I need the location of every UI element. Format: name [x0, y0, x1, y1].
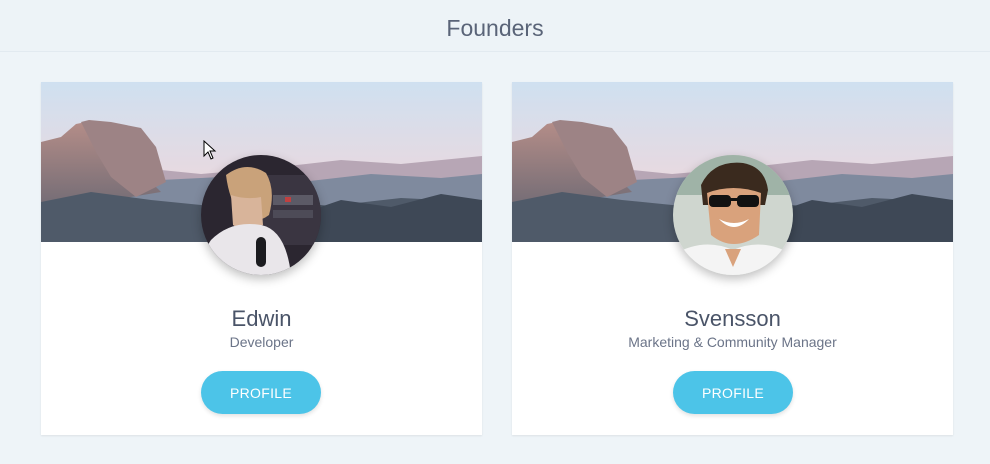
avatar	[201, 155, 321, 275]
founder-role: Developer	[229, 334, 294, 350]
profile-button[interactable]: PROFILE	[201, 371, 321, 414]
page-title: Founders	[446, 15, 544, 41]
mouse-pointer-icon	[203, 139, 217, 160]
founder-card-edwin: Edwin Developer PROFILE	[41, 82, 482, 435]
page-header: Founders	[0, 0, 990, 52]
avatar	[673, 155, 793, 275]
profile-button[interactable]: PROFILE	[673, 371, 793, 414]
founder-card-svensson: Svensson Marketing & Community Manager P…	[512, 82, 953, 435]
founder-name: Svensson	[684, 306, 781, 331]
founder-name: Edwin	[231, 306, 292, 331]
founder-role: Marketing & Community Manager	[628, 334, 837, 350]
